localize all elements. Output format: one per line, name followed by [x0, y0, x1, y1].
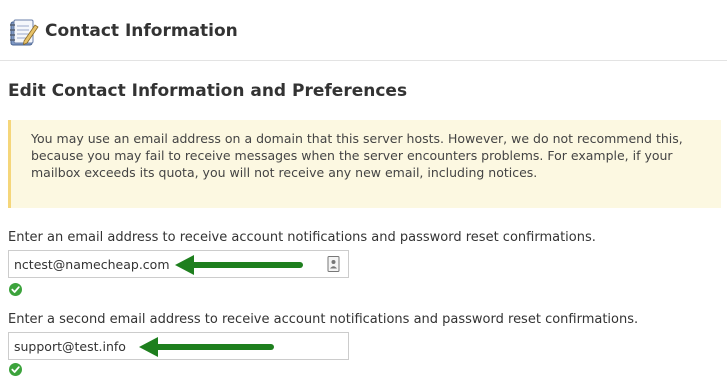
section-title: Edit Contact Information and Preferences — [8, 81, 408, 101]
valid-check-icon — [9, 283, 22, 296]
contact-book-icon — [10, 19, 39, 46]
primary-email-label: Enter an email address to receive accoun… — [8, 230, 596, 245]
secondary-email-label: Enter a second email address to receive … — [8, 312, 639, 327]
annotation-arrow-icon — [175, 255, 303, 275]
alert-message: You may use an email address on a domain… — [31, 131, 683, 180]
page-header: Contact Information — [0, 0, 727, 61]
annotation-arrow-icon — [139, 337, 274, 357]
warning-alert: You may use an email address on a domain… — [8, 120, 721, 208]
page-title: Contact Information — [45, 21, 238, 41]
valid-check-icon — [9, 363, 22, 376]
contact-card-icon[interactable] — [327, 256, 340, 272]
